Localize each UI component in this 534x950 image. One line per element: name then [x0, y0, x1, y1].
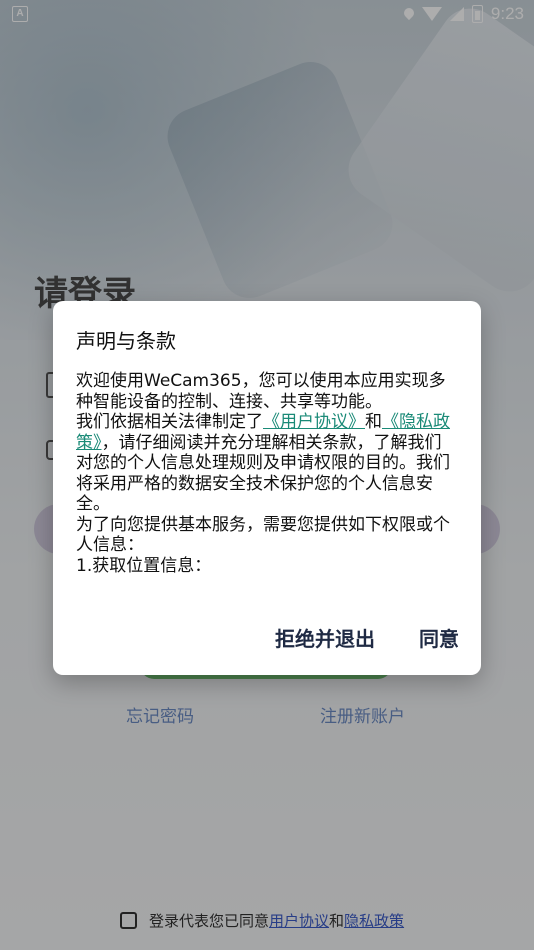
- agree-button[interactable]: 同意: [419, 623, 459, 652]
- dialog-paragraph: 1.获取位置信息：: [76, 555, 212, 576]
- decline-exit-button[interactable]: 拒绝并退出: [275, 623, 375, 652]
- dialog-body: 欢迎使用WeCam365，您可以使用本应用实现多种智能设备的控制、连接、共享等功…: [76, 371, 458, 576]
- dialog-paragraph: 为了向您提供基本服务，需要您提供如下权限或个人信息：: [76, 514, 450, 556]
- dialog-paragraph: 欢迎使用WeCam365，您可以使用本应用实现多种智能设备的控制、连接、共享等功…: [76, 371, 446, 412]
- dialog-title: 声明与条款: [76, 329, 176, 353]
- dialog-actions: 拒绝并退出 同意: [275, 623, 459, 652]
- dialog-user-agreement-link[interactable]: 《用户协议》: [263, 412, 365, 432]
- terms-dialog: 声明与条款 欢迎使用WeCam365，您可以使用本应用实现多种智能设备的控制、连…: [53, 301, 481, 675]
- dialog-paragraph: 我们依据相关法律制定了《用户协议》和《隐私政策》，请仔细阅读并充分理解相关条款，…: [76, 412, 450, 514]
